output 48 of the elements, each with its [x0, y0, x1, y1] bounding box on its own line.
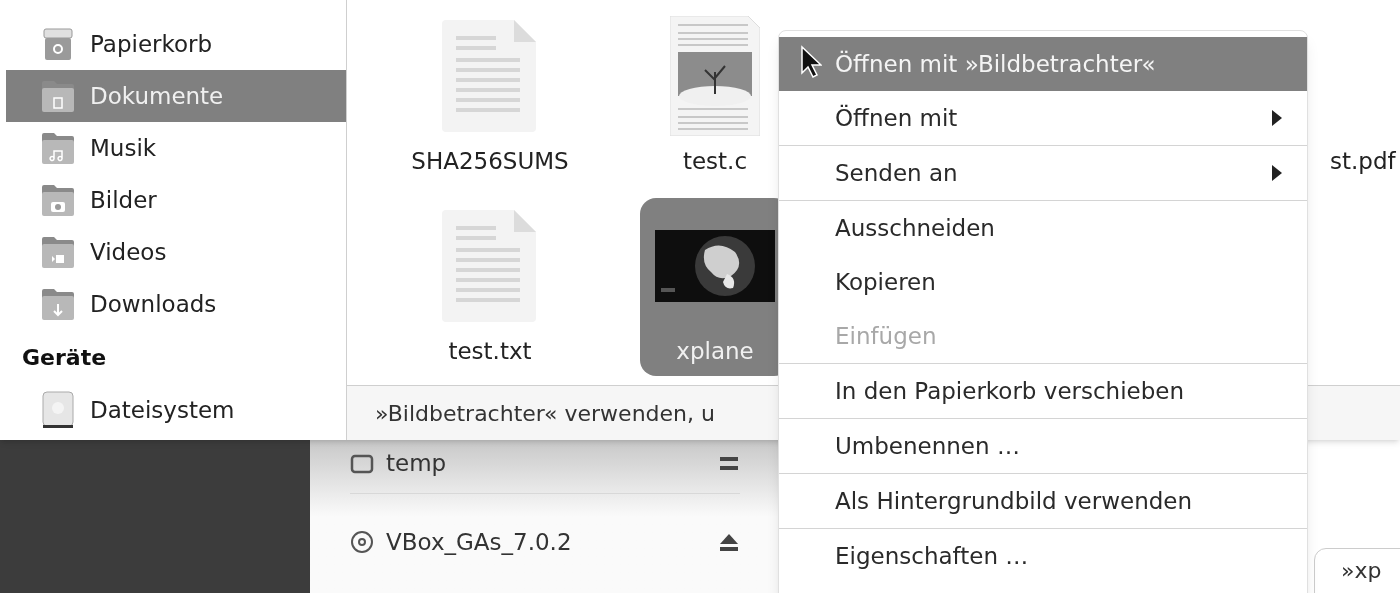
menu-item[interactable]: Senden an — [779, 146, 1307, 200]
volume-name[interactable]: temp — [386, 446, 706, 481]
folder-icon — [40, 183, 76, 217]
sidebar-label: Musik — [90, 133, 157, 163]
folder-icon — [40, 235, 76, 269]
sidebar-label: Videos — [90, 237, 167, 267]
tooltip: »xp — [1314, 548, 1400, 593]
sidebar-item[interactable]: Musik — [6, 122, 346, 174]
menu-item[interactable]: In den Papierkorb verschieben — [779, 364, 1307, 418]
file-name: test.txt — [448, 336, 532, 366]
sidebar-label: Papierkorb — [90, 29, 213, 59]
eject-icon[interactable] — [718, 532, 740, 552]
submenu-arrow-icon — [1271, 109, 1283, 127]
sidebar-item[interactable]: Bilder — [6, 174, 346, 226]
submenu-arrow-icon — [1271, 164, 1283, 182]
file-name: xplane — [676, 336, 754, 366]
sidebar-label: Dateisystem — [90, 395, 235, 425]
sidebar-label: Downloads — [90, 289, 217, 319]
menu-item[interactable]: Kopieren — [779, 255, 1307, 309]
drive-icon — [350, 453, 374, 474]
menu-item[interactable]: Umbenennen … — [779, 419, 1307, 473]
sidebar-item[interactable]: Downloads — [6, 278, 346, 330]
section-header: Geräte — [21, 343, 108, 372]
trash-icon — [40, 26, 76, 62]
sidebar-item[interactable]: Papierkorb — [6, 18, 346, 70]
sidebar-label: Bilder — [90, 185, 157, 215]
menu-item[interactable]: Öffnen mit »Bildbetrachter« — [779, 37, 1307, 91]
menu-item[interactable]: Öffnen mit — [779, 91, 1307, 145]
sidebar-item[interactable]: Dateisystem — [6, 384, 346, 436]
mouse-cursor-icon — [800, 45, 822, 79]
disc-icon — [350, 530, 374, 554]
folder-icon — [40, 79, 76, 113]
menu-item[interactable]: Als Hintergrundbild verwenden — [779, 474, 1307, 528]
text-file-icon — [442, 20, 538, 132]
volume-name[interactable]: VBox_GAs_7.0.2 — [386, 524, 706, 560]
menu-icon[interactable] — [718, 454, 740, 473]
menu-item[interactable]: Eigenschaften … — [779, 529, 1307, 583]
drive-icon — [40, 390, 76, 430]
text-file-icon — [442, 210, 538, 322]
file-item[interactable]: test.txt — [415, 198, 565, 376]
file-name: SHA256SUMS — [411, 146, 569, 176]
file-name: test.c — [682, 146, 748, 176]
sidebar-label: Dokumente — [90, 81, 224, 111]
sidebar-item[interactable]: Videos — [6, 226, 346, 278]
folder-icon — [40, 287, 76, 321]
file-name: st.pdf — [1330, 146, 1396, 176]
menu-item[interactable]: Ausschneiden — [779, 201, 1307, 255]
folder-icon — [40, 131, 76, 165]
